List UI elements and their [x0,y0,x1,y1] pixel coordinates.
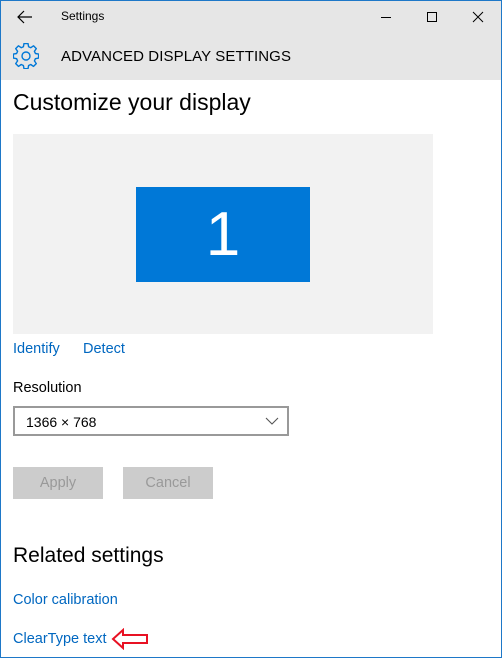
apply-button[interactable]: Apply [13,467,103,499]
display-arrangement-area: 1 [13,134,433,334]
resolution-dropdown[interactable]: 1366 × 768 [13,406,289,436]
detect-link[interactable]: Detect [83,341,125,357]
cancel-button[interactable]: Cancel [123,467,213,499]
page-title: Customize your display [13,89,251,115]
maximize-button[interactable] [409,1,455,33]
color-calibration-link[interactable]: Color calibration [13,592,118,608]
gear-icon [13,43,39,69]
maximize-icon [427,12,437,22]
minimize-button[interactable] [363,1,409,33]
back-arrow-icon [17,10,32,24]
title-bar: Settings [1,1,501,33]
window-title: Settings [61,9,105,23]
cleartype-text-link[interactable]: ClearType text [13,631,107,647]
chevron-down-icon [265,417,279,425]
page-header: ADVANCED DISPLAY SETTINGS [1,33,501,80]
minimize-icon [381,17,391,18]
resolution-label: Resolution [13,380,82,396]
identify-link[interactable]: Identify [13,341,60,357]
close-icon [472,11,484,23]
close-button[interactable] [455,1,501,33]
resolution-value: 1366 × 768 [26,414,97,430]
monitor-number: 1 [205,200,241,269]
related-settings-title: Related settings [13,544,164,567]
settings-window: Settings ADVANCED DISPLAY SETTINGS Custo… [0,0,502,658]
header-title: ADVANCED DISPLAY SETTINGS [61,48,292,65]
monitor-1[interactable]: 1 [136,187,310,282]
red-arrow-annotation-icon [111,628,148,650]
back-button[interactable] [9,3,41,31]
